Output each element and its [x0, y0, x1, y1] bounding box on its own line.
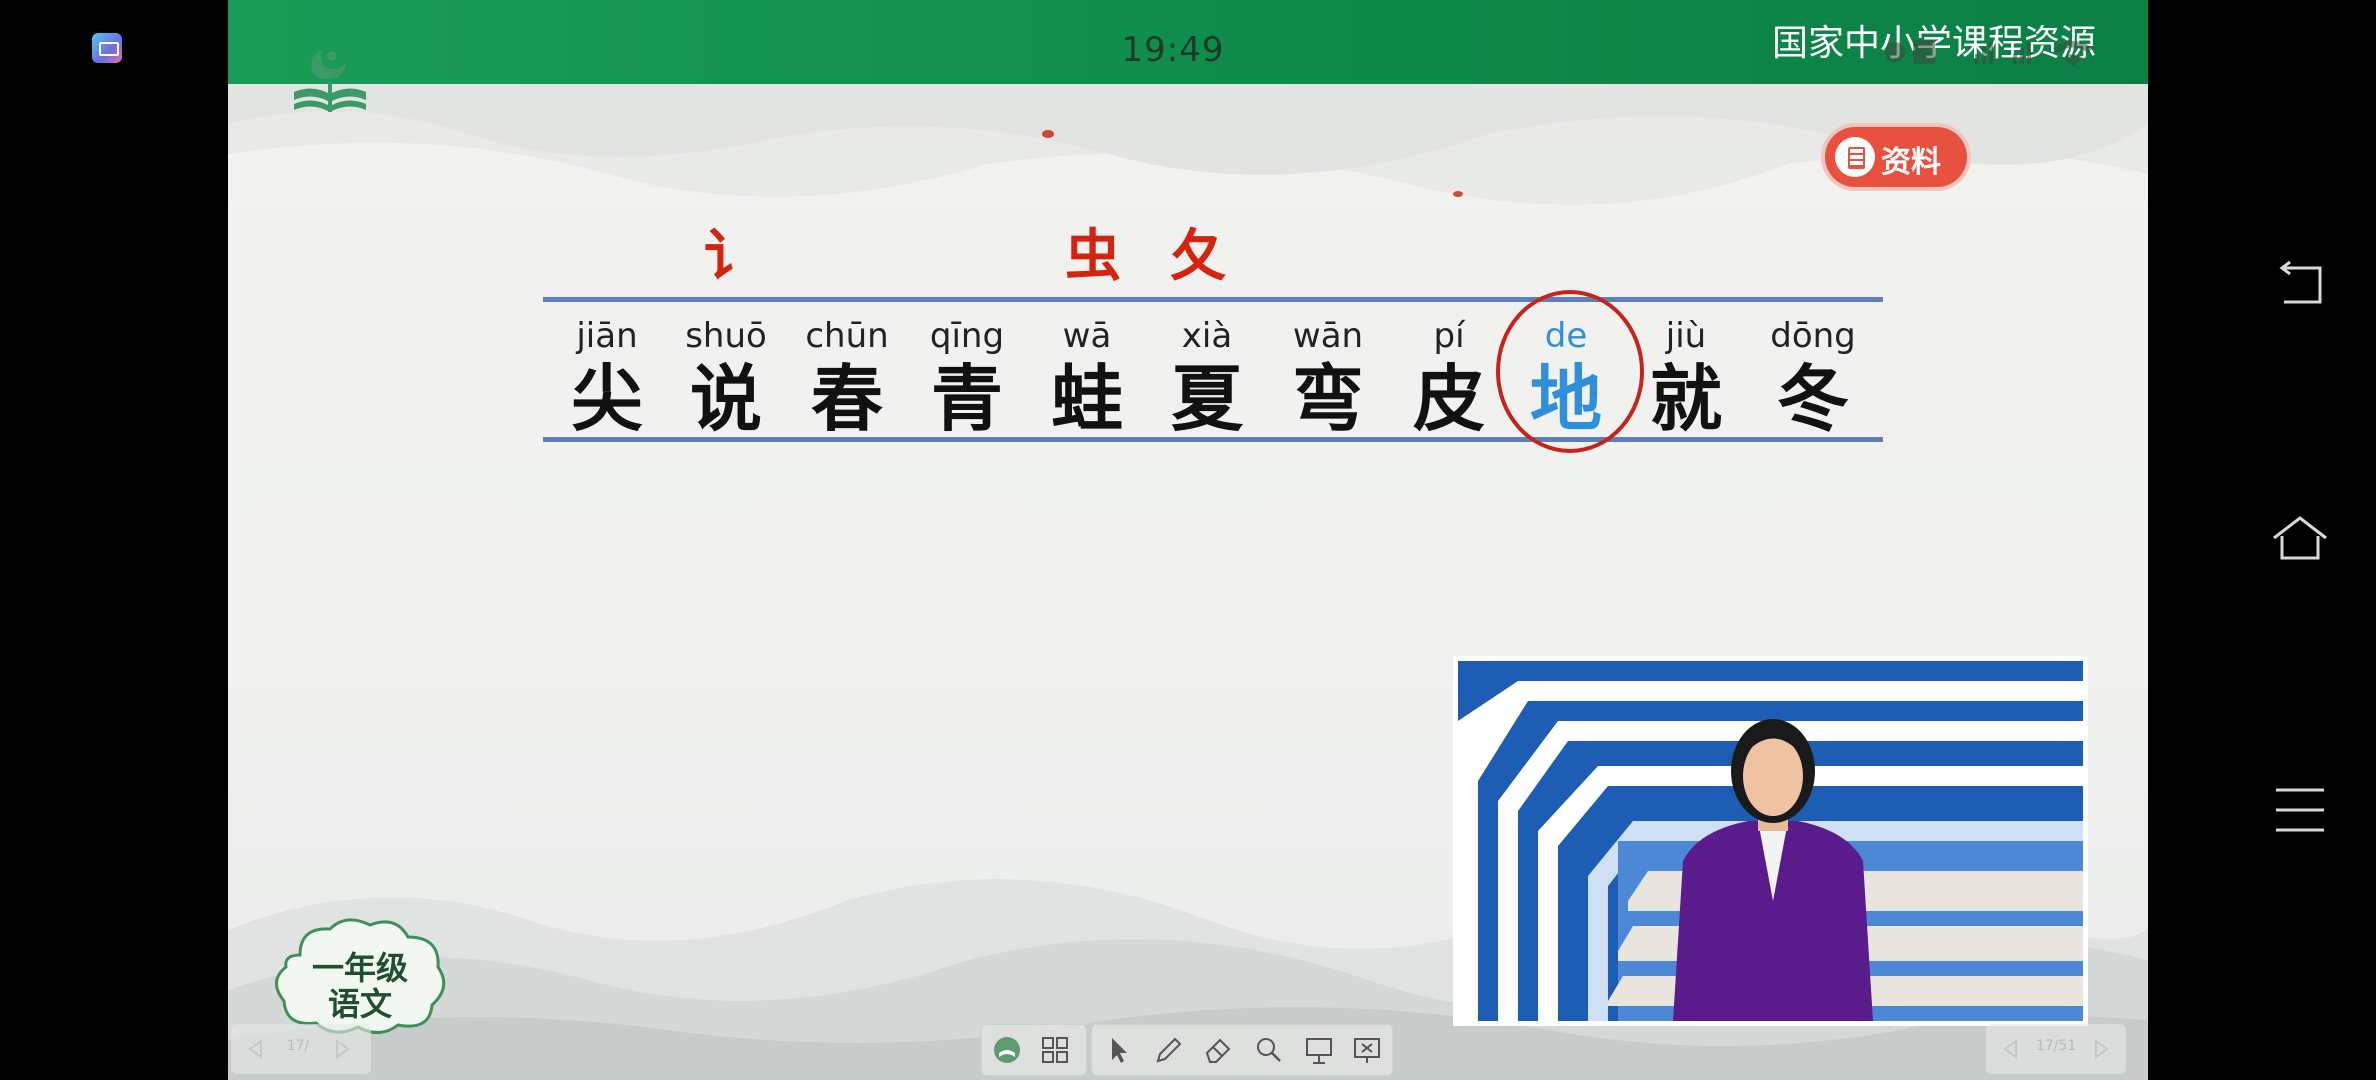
- grid-icon[interactable]: [1038, 1033, 1072, 1067]
- character-cell[interactable]: wā 蛙: [1032, 316, 1142, 442]
- grade-subject-badge: 一年级 语文: [270, 915, 450, 1040]
- hanzi: 弯: [1291, 356, 1364, 441]
- screen-icon[interactable]: [1350, 1033, 1384, 1067]
- next-page-icon[interactable]: [2090, 1038, 2112, 1060]
- teacher-video[interactable]: [1453, 656, 2088, 1026]
- character-cell[interactable]: jiù 就: [1631, 316, 1741, 442]
- toolbar-group-left: [981, 1024, 1087, 1076]
- left-system-bar: [0, 0, 228, 1080]
- next-page-icon[interactable]: [331, 1038, 353, 1060]
- resource-icon[interactable]: [990, 1033, 1024, 1067]
- course-logo-icon: [294, 50, 366, 112]
- document-icon: [1835, 137, 1875, 177]
- top-rule: [543, 297, 1883, 302]
- magnifier-icon[interactable]: [1252, 1033, 1286, 1067]
- hanzi: 夏: [1170, 356, 1243, 441]
- app-icon[interactable]: [92, 33, 122, 63]
- back-icon[interactable]: [2270, 254, 2330, 314]
- bottom-toolbar: [981, 1024, 1401, 1076]
- hanzi: 青: [930, 356, 1003, 441]
- alarm-icon: [1885, 42, 1905, 62]
- hanzi: 冬: [1776, 356, 1849, 441]
- pinyin: pí: [1433, 316, 1465, 356]
- character-cell[interactable]: jiān 尖: [552, 316, 662, 442]
- pager-right-text: 17/51: [2035, 1038, 2077, 1054]
- pager-left-text: 17/: [286, 1038, 310, 1054]
- toolbar-group-right: [1091, 1024, 1393, 1076]
- pen-icon[interactable]: [1152, 1033, 1186, 1067]
- resource-button-label: 资料: [1881, 145, 1941, 180]
- prev-page-icon[interactable]: [2000, 1038, 2022, 1060]
- character-cell[interactable]: xià 夏: [1152, 316, 1262, 442]
- hanzi: 就: [1649, 356, 1722, 441]
- pinyin: wān: [1292, 316, 1364, 356]
- pinyin: qīng: [929, 316, 1005, 356]
- pinyin: wā: [1062, 316, 1112, 356]
- menu-icon[interactable]: [2270, 780, 2330, 840]
- pinyin: shuō: [685, 316, 767, 356]
- hanzi: 春: [810, 356, 883, 441]
- pinyin: jiān: [576, 316, 638, 356]
- radical-chong: 虫: [1065, 223, 1121, 289]
- highlight-circle: [1496, 290, 1644, 453]
- status-clock: 19:49: [1121, 30, 1225, 70]
- character-cell[interactable]: wān 弯: [1273, 316, 1383, 442]
- pinyin: jiù: [1665, 316, 1707, 356]
- status-icons: [1885, 40, 2093, 66]
- whiteboard-icon[interactable]: [1302, 1033, 1336, 1067]
- hanzi: 蛙: [1050, 356, 1123, 441]
- subject-label: 语文: [327, 985, 392, 1023]
- right-navigation-bar: [2148, 0, 2376, 1080]
- sim-icon: [1913, 40, 1935, 64]
- hanzi: 尖: [570, 356, 643, 441]
- character-cell[interactable]: shuō 说: [671, 316, 781, 442]
- eraser-icon[interactable]: [1202, 1033, 1236, 1067]
- pinyin: dōng: [1770, 316, 1856, 356]
- lesson-slide: 19:49 国家中小学课程资源 资料 讠 虫 夂 jiān 尖 shuō 说: [228, 0, 2148, 1080]
- radical-sui: 夂: [1170, 223, 1226, 289]
- prev-page-icon[interactable]: [245, 1038, 267, 1060]
- wifi-icon: [2053, 41, 2093, 66]
- pointer-icon[interactable]: [1102, 1033, 1136, 1067]
- hanzi: 皮: [1412, 356, 1485, 441]
- video-frame: [1458, 661, 2083, 1021]
- character-cell[interactable]: pí 皮: [1394, 316, 1504, 442]
- character-cell[interactable]: qīng 青: [912, 316, 1022, 442]
- character-cell[interactable]: chūn 春: [792, 316, 902, 442]
- pinyin: chūn: [805, 316, 889, 356]
- hanzi: 说: [689, 356, 762, 441]
- home-icon[interactable]: [2270, 508, 2330, 568]
- radical-yan: 讠: [704, 223, 760, 289]
- pinyin: xià: [1181, 316, 1233, 356]
- character-cell[interactable]: dōng 冬: [1758, 316, 1868, 442]
- resource-button[interactable]: 资料: [1825, 127, 1967, 187]
